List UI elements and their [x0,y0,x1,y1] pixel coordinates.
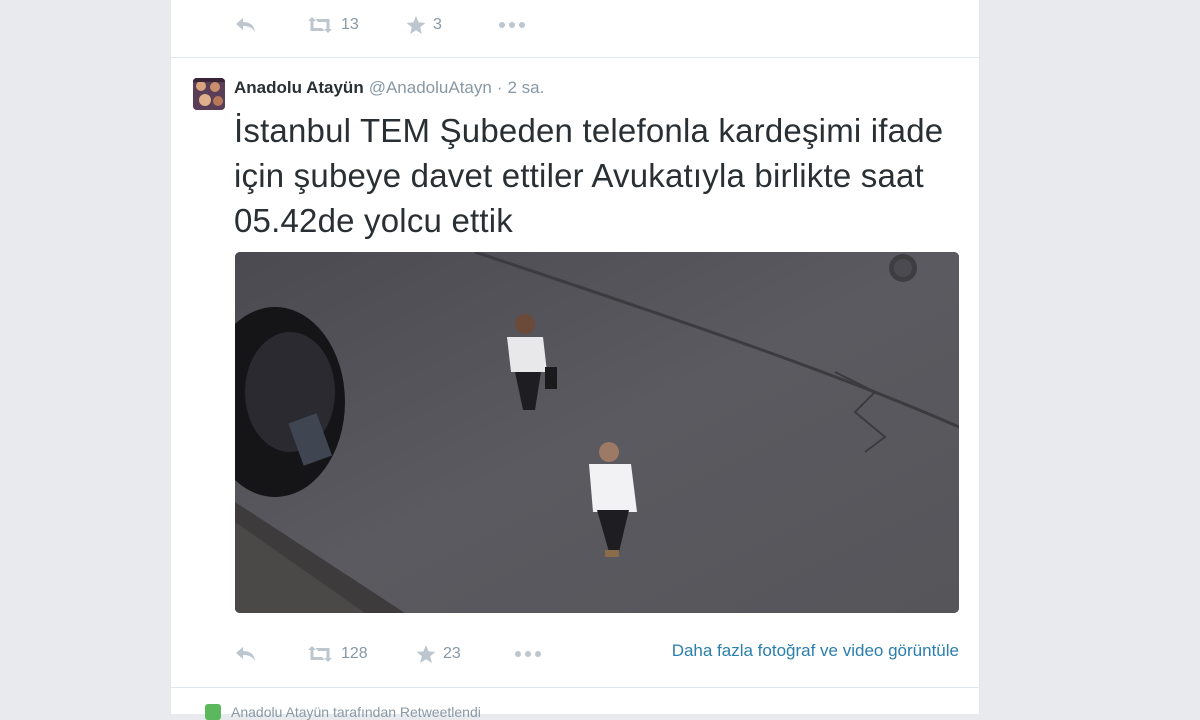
retweet-context-text[interactable]: Anadolu Atayün tarafından Retweetlendi [231,704,481,720]
favorite-button[interactable]: 3 [406,15,498,35]
retweet-button[interactable]: 128 [306,645,416,663]
favorite-count: 23 [443,645,461,662]
more-media-link[interactable]: Daha fazla fotoğraf ve video görüntüle [672,641,959,661]
tweet-divider [171,687,979,688]
more-dots-icon [515,651,541,657]
favorite-count: 3 [433,16,442,33]
tweet-actions: 128 23 [234,639,542,669]
tweet-photo[interactable] [235,252,959,613]
avatar[interactable] [193,78,225,110]
timeline: 13 3 Anadolu Atayün @AnadoluAtayn · 2 sa… [170,0,980,720]
tweet-header: Anadolu Atayün @AnadoluAtayn · 2 sa. [234,78,544,100]
tweet-divider [171,57,979,58]
retweet-count: 128 [341,645,368,662]
separator-dot: · [496,78,503,97]
tweet-text: İstanbul TEM Şubeden telefonla kardeşimi… [234,112,944,239]
reply-button[interactable] [234,645,306,663]
retweet-count: 13 [341,16,359,33]
more-dots-icon [499,22,525,28]
reply-icon [236,18,255,32]
retweet-icon [308,646,332,662]
more-button[interactable] [498,21,526,29]
more-button[interactable] [514,650,542,658]
star-icon [406,15,426,34]
retweet-context-icon [205,704,221,720]
top-tweet-actions: 13 3 [234,10,526,40]
retweet-icon [308,17,332,33]
reply-button[interactable] [234,16,306,34]
author-handle[interactable]: @AnadoluAtayn [369,78,492,98]
retweet-context: Anadolu Atayün tarafından Retweetlendi [205,704,481,720]
reply-icon [236,647,255,661]
favorite-button[interactable]: 23 [416,644,514,664]
tweet-timestamp[interactable]: 2 sa. [508,78,545,98]
author-name[interactable]: Anadolu Atayün [234,78,364,98]
retweet-button[interactable]: 13 [306,16,406,34]
star-icon [416,644,436,663]
